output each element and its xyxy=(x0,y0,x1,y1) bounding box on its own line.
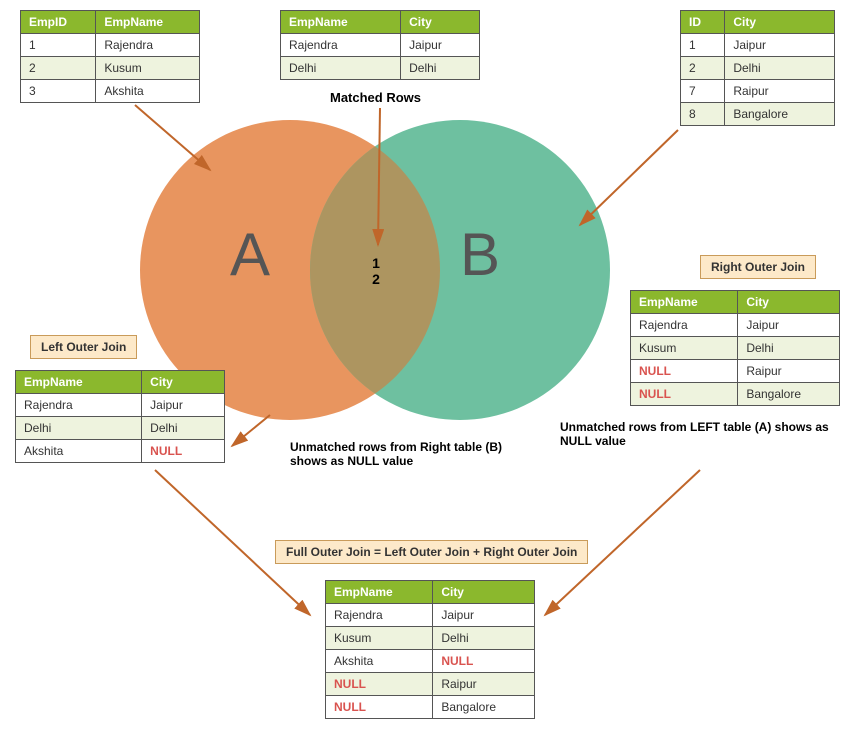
right-join-label: Right Outer Join xyxy=(700,255,816,279)
venn-label-a: A xyxy=(230,220,270,289)
table-a-source: EmpIDEmpName 1Rajendra 2Kusum 3Akshita xyxy=(20,10,200,103)
full-join-label: Full Outer Join = Left Outer Join + Righ… xyxy=(275,540,588,564)
table-left-join: EmpNameCity RajendraJaipur DelhiDelhi Ak… xyxy=(15,370,225,463)
table-b-source: IDCity 1Jaipur 2Delhi 7Raipur 8Bangalore xyxy=(680,10,835,126)
left-note: Unmatched rows from Right table (B) show… xyxy=(290,440,510,468)
table-matched: EmpNameCity RajendraJaipur DelhiDelhi xyxy=(280,10,480,80)
table-right-join: EmpNameCity RajendraJaipur KusumDelhi NU… xyxy=(630,290,840,406)
venn-label-b: B xyxy=(460,220,500,289)
matched-rows-caption: Matched Rows xyxy=(330,90,421,105)
left-join-label: Left Outer Join xyxy=(30,335,137,359)
table-full-join: EmpNameCity RajendraJaipur KusumDelhi Ak… xyxy=(325,580,535,719)
venn-intersection: 1 2 xyxy=(366,255,386,287)
right-note: Unmatched rows from LEFT table (A) shows… xyxy=(560,420,850,448)
